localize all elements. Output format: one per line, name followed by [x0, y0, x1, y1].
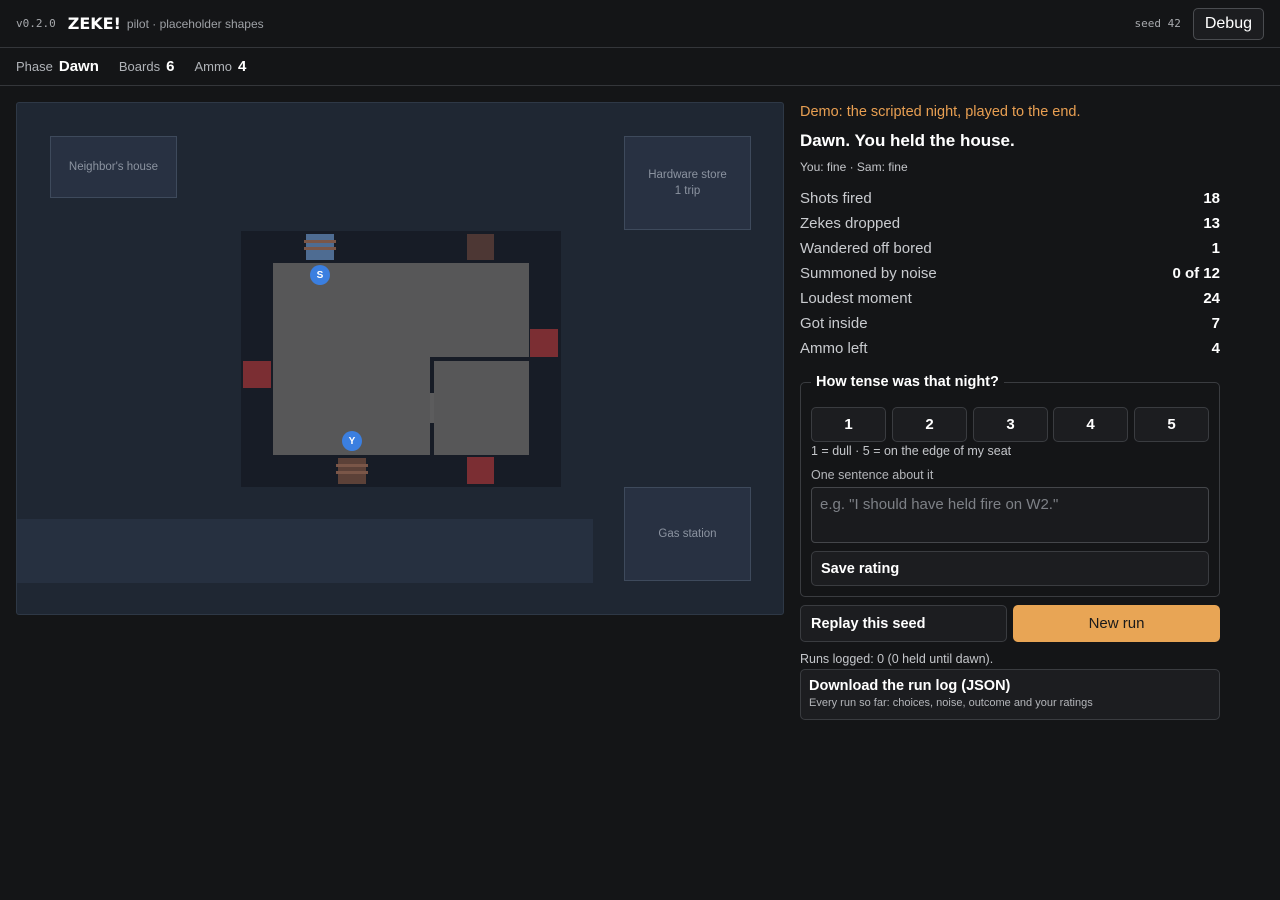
rating-form: How tense was that night? 1 2 3 4 5 1 = …	[800, 374, 1220, 597]
stat-label: Shots fired	[800, 190, 872, 207]
ammo-value: 4	[238, 58, 247, 75]
window-north-left-boarded[interactable]	[304, 234, 336, 260]
stat-label: Got inside	[800, 315, 868, 332]
stat-value: 13	[1203, 215, 1220, 232]
stat-value: 0 of 12	[1172, 265, 1220, 282]
debug-button[interactable]: Debug	[1192, 7, 1264, 40]
download-log-button[interactable]: Download the run log (JSON) Every run so…	[800, 669, 1220, 720]
stat-value: 4	[1211, 340, 1220, 357]
sam-token[interactable]: S	[310, 265, 330, 285]
neighbor-house[interactable]: Neighbor's house	[50, 136, 177, 198]
runs-logged: Runs logged: 0 (0 held until dawn).	[800, 652, 994, 666]
window-east[interactable]	[530, 329, 558, 357]
rating-button-3[interactable]: 3	[973, 407, 1048, 442]
rating-button-2[interactable]: 2	[892, 407, 967, 442]
rating-button-5[interactable]: 5	[1134, 407, 1209, 442]
rating-button-1[interactable]: 1	[811, 407, 886, 442]
save-rating-button[interactable]: Save rating	[811, 551, 1209, 586]
neighbor-house-label: Neighbor's house	[68, 161, 159, 173]
stat-label: Ammo left	[800, 340, 868, 357]
ammo-label: Ammo	[194, 59, 232, 74]
window-south-left-boarded[interactable]	[336, 458, 368, 484]
game-map[interactable]: Neighbor's house Hardware store 1 trip G…	[16, 102, 784, 615]
stat-row: Summoned by noise 0 of 12	[800, 261, 1220, 286]
version-label: v0.2.0	[16, 17, 56, 30]
rating-button-4[interactable]: 4	[1053, 407, 1128, 442]
demo-note: Demo: the scripted night, played to the …	[800, 104, 1081, 120]
stat-value: 7	[1211, 315, 1220, 332]
hardware-store[interactable]: Hardware store 1 trip	[624, 136, 751, 230]
gas-station[interactable]: Gas station	[624, 487, 751, 581]
result-headline: Dawn. You held the house.	[800, 131, 1015, 150]
app-title: ZEKE!	[67, 14, 121, 33]
stats-list: Shots fired 18 Zekes dropped 13 Wandered o…	[800, 186, 1220, 361]
phase-label: Phase	[16, 59, 53, 74]
hardware-store-label: Hardware store	[648, 169, 727, 181]
rating-scale-note: 1 = dull · 5 = on the edge of my seat	[811, 444, 1012, 458]
stat-row: Wandered off bored 1	[800, 236, 1220, 261]
phase-stat: Phase Dawn	[16, 58, 99, 75]
stat-label: Loudest moment	[800, 290, 912, 307]
window-west[interactable]	[243, 361, 271, 388]
status-bar: Phase Dawn Boards 6 Ammo 4	[0, 48, 1280, 86]
stat-label: Zekes dropped	[800, 215, 901, 232]
top-bar: v0.2.0 ZEKE! pilot · placeholder shapes …	[0, 0, 1280, 48]
download-title: Download the run log (JSON)	[809, 678, 1011, 694]
ammo-stat: Ammo 4	[194, 58, 246, 75]
back-room-gap	[430, 393, 434, 423]
results-panel: Demo: the scripted night, played to the …	[800, 102, 1220, 361]
stat-row: Zekes dropped 13	[800, 211, 1220, 236]
stat-row: Ammo left 4	[800, 336, 1220, 361]
new-run-button[interactable]: New run	[1013, 605, 1220, 642]
player-token[interactable]: Y	[342, 431, 362, 451]
phase-value: Dawn	[58, 58, 99, 75]
boards-stat: Boards 6	[119, 58, 175, 75]
stat-row: Loudest moment 24	[800, 286, 1220, 311]
stat-label: Summoned by noise	[800, 265, 937, 282]
gas-station-label: Gas station	[658, 528, 717, 540]
window-north-right[interactable]	[467, 234, 494, 260]
stat-value: 18	[1203, 190, 1220, 207]
hardware-store-trips: 1 trip	[674, 185, 701, 197]
app-subtitle: pilot · placeholder shapes	[126, 16, 264, 31]
seed-label: seed 42	[1134, 17, 1181, 30]
sentence-input[interactable]	[811, 487, 1209, 543]
download-subtitle: Every run so far: choices, noise, outcom…	[809, 697, 1093, 709]
interior-wall-horizontal	[430, 357, 529, 361]
health-status: You: fine · Sam: fine	[800, 160, 908, 174]
rating-legend: How tense was that night?	[811, 374, 1004, 390]
stat-value: 1	[1211, 240, 1220, 257]
top-bar-right: seed 42 Debug	[1134, 7, 1264, 40]
replay-seed-button[interactable]: Replay this seed	[800, 605, 1007, 642]
window-south-right[interactable]	[467, 457, 494, 484]
sentence-label: One sentence about it	[811, 468, 934, 482]
stat-label: Wandered off bored	[800, 240, 932, 257]
stat-value: 24	[1203, 290, 1220, 307]
boards-label: Boards	[118, 59, 161, 74]
boards-value: 6	[166, 58, 175, 75]
stat-row: Shots fired 18	[800, 186, 1220, 211]
road	[17, 519, 593, 583]
stat-row: Got inside 7	[800, 311, 1220, 336]
